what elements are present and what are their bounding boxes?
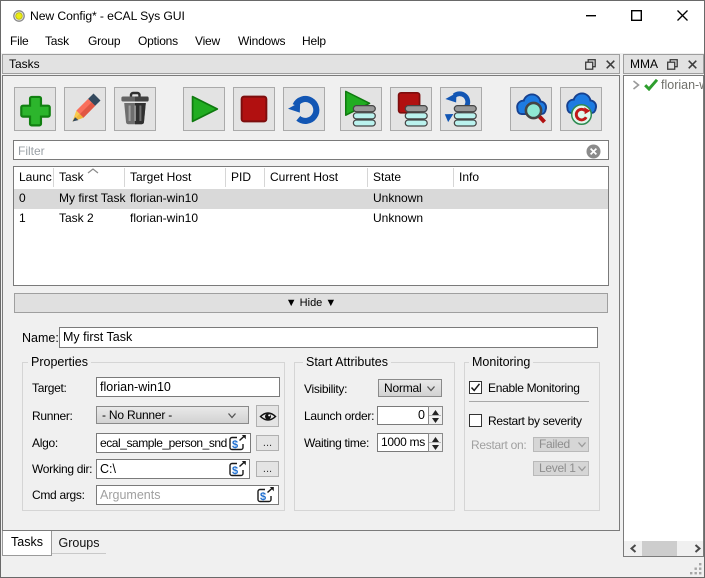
svg-text:$: $ [232,439,238,451]
svg-text:$: $ [232,465,238,477]
svg-text:$: $ [260,491,266,503]
